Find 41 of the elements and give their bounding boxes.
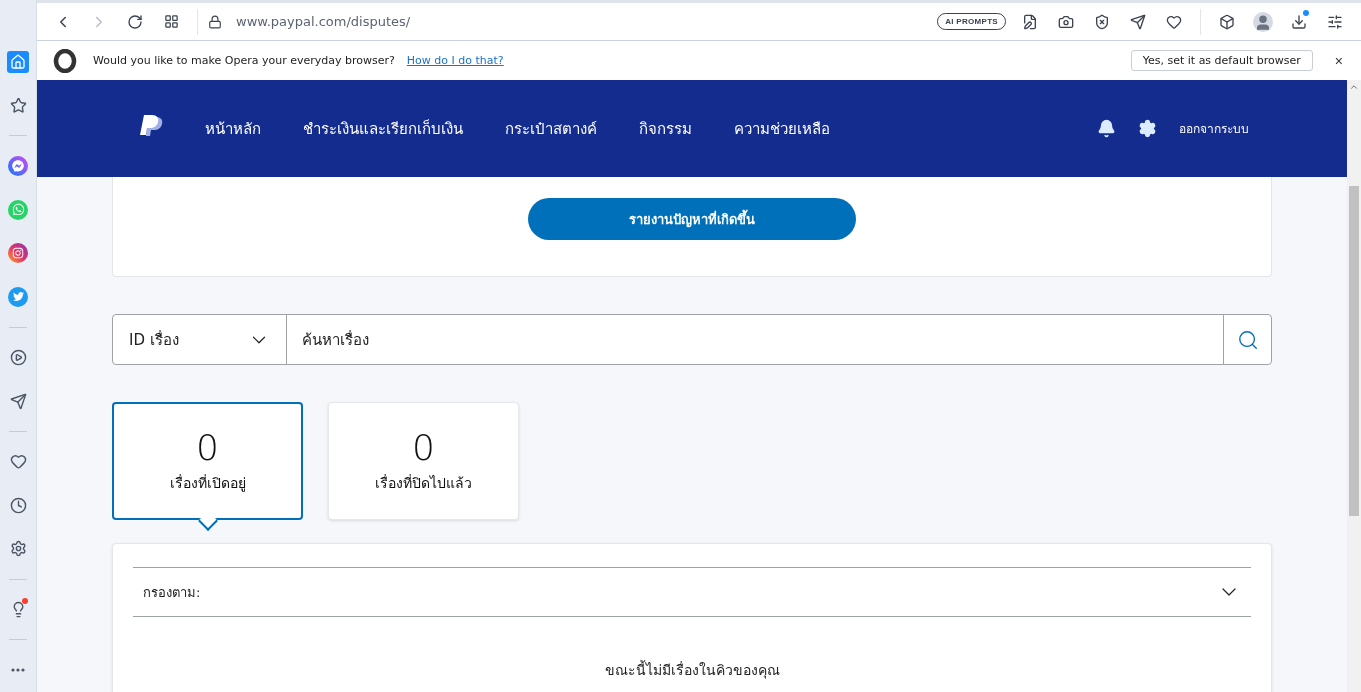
search-icon [1236,328,1259,351]
o-logo-icon [53,48,77,73]
settings-icon [9,540,27,558]
close-button[interactable]: × [1330,52,1347,69]
star-icon [9,96,27,114]
help-link[interactable]: How do I do that? [406,54,1131,67]
bell-icon[interactable] [1097,119,1116,138]
infobar-message: Would you like to make Opera your everyday browser? [93,54,395,67]
nav-link[interactable]: กิจกรรม [639,116,692,141]
clock-icon [9,496,27,514]
grid-icon[interactable] [163,14,179,29]
reload-icon[interactable] [127,13,143,30]
ai-prompts-button[interactable]: AI PROMPTS [937,13,1006,30]
scroll-up-icon[interactable] [1349,82,1359,92]
filter-toggle[interactable]: กรองตาม: [133,567,1251,617]
search-field[interactable]: ค้นหาเรื่อง [287,315,1223,364]
send-icon [9,392,27,410]
lock-icon [208,14,222,29]
nav-link[interactable]: ชำระเงินและเรียกเก็บเงิน [303,116,463,141]
nav-link[interactable]: กระเป๋าสตางค์ [505,116,597,141]
report-button[interactable]: รายงานปัญหาที่เกิดขึ้น [528,198,856,240]
empty-message: ขณะนี้ไม่มีเรื่องในคิวของคุณ [603,659,781,681]
play-icon [9,348,27,366]
nav-link[interactable]: ความช่วยเหลือ [734,116,830,141]
bird-icon [8,286,28,307]
phone-bubble-icon [8,199,28,220]
case-tab[interactable]: 0 เรื่องที่ปิดไปแล้ว [328,402,519,520]
chat-bubble-icon [8,156,28,176]
search-type-dropdown[interactable]: ID เรื่อง [113,315,287,364]
notification-dot [21,597,28,604]
default-browser-button[interactable]: Yes, set it as default browser [1130,50,1313,71]
nav-link[interactable]: หน้าหลัก [205,116,261,141]
address-bar[interactable]: www.paypal.com/disputes/ [236,14,934,29]
camera-icon [8,243,28,264]
home-icon [7,50,29,73]
search-bar[interactable]: ID เรื่อง ค้นหาเรื่อง [112,314,1272,365]
settings-icon[interactable] [1138,119,1157,138]
logout-link[interactable]: ออกจากระบบ [1179,119,1249,138]
scrollbar[interactable] [1347,80,1361,692]
more-icon [11,668,25,673]
heart-icon [9,453,27,471]
